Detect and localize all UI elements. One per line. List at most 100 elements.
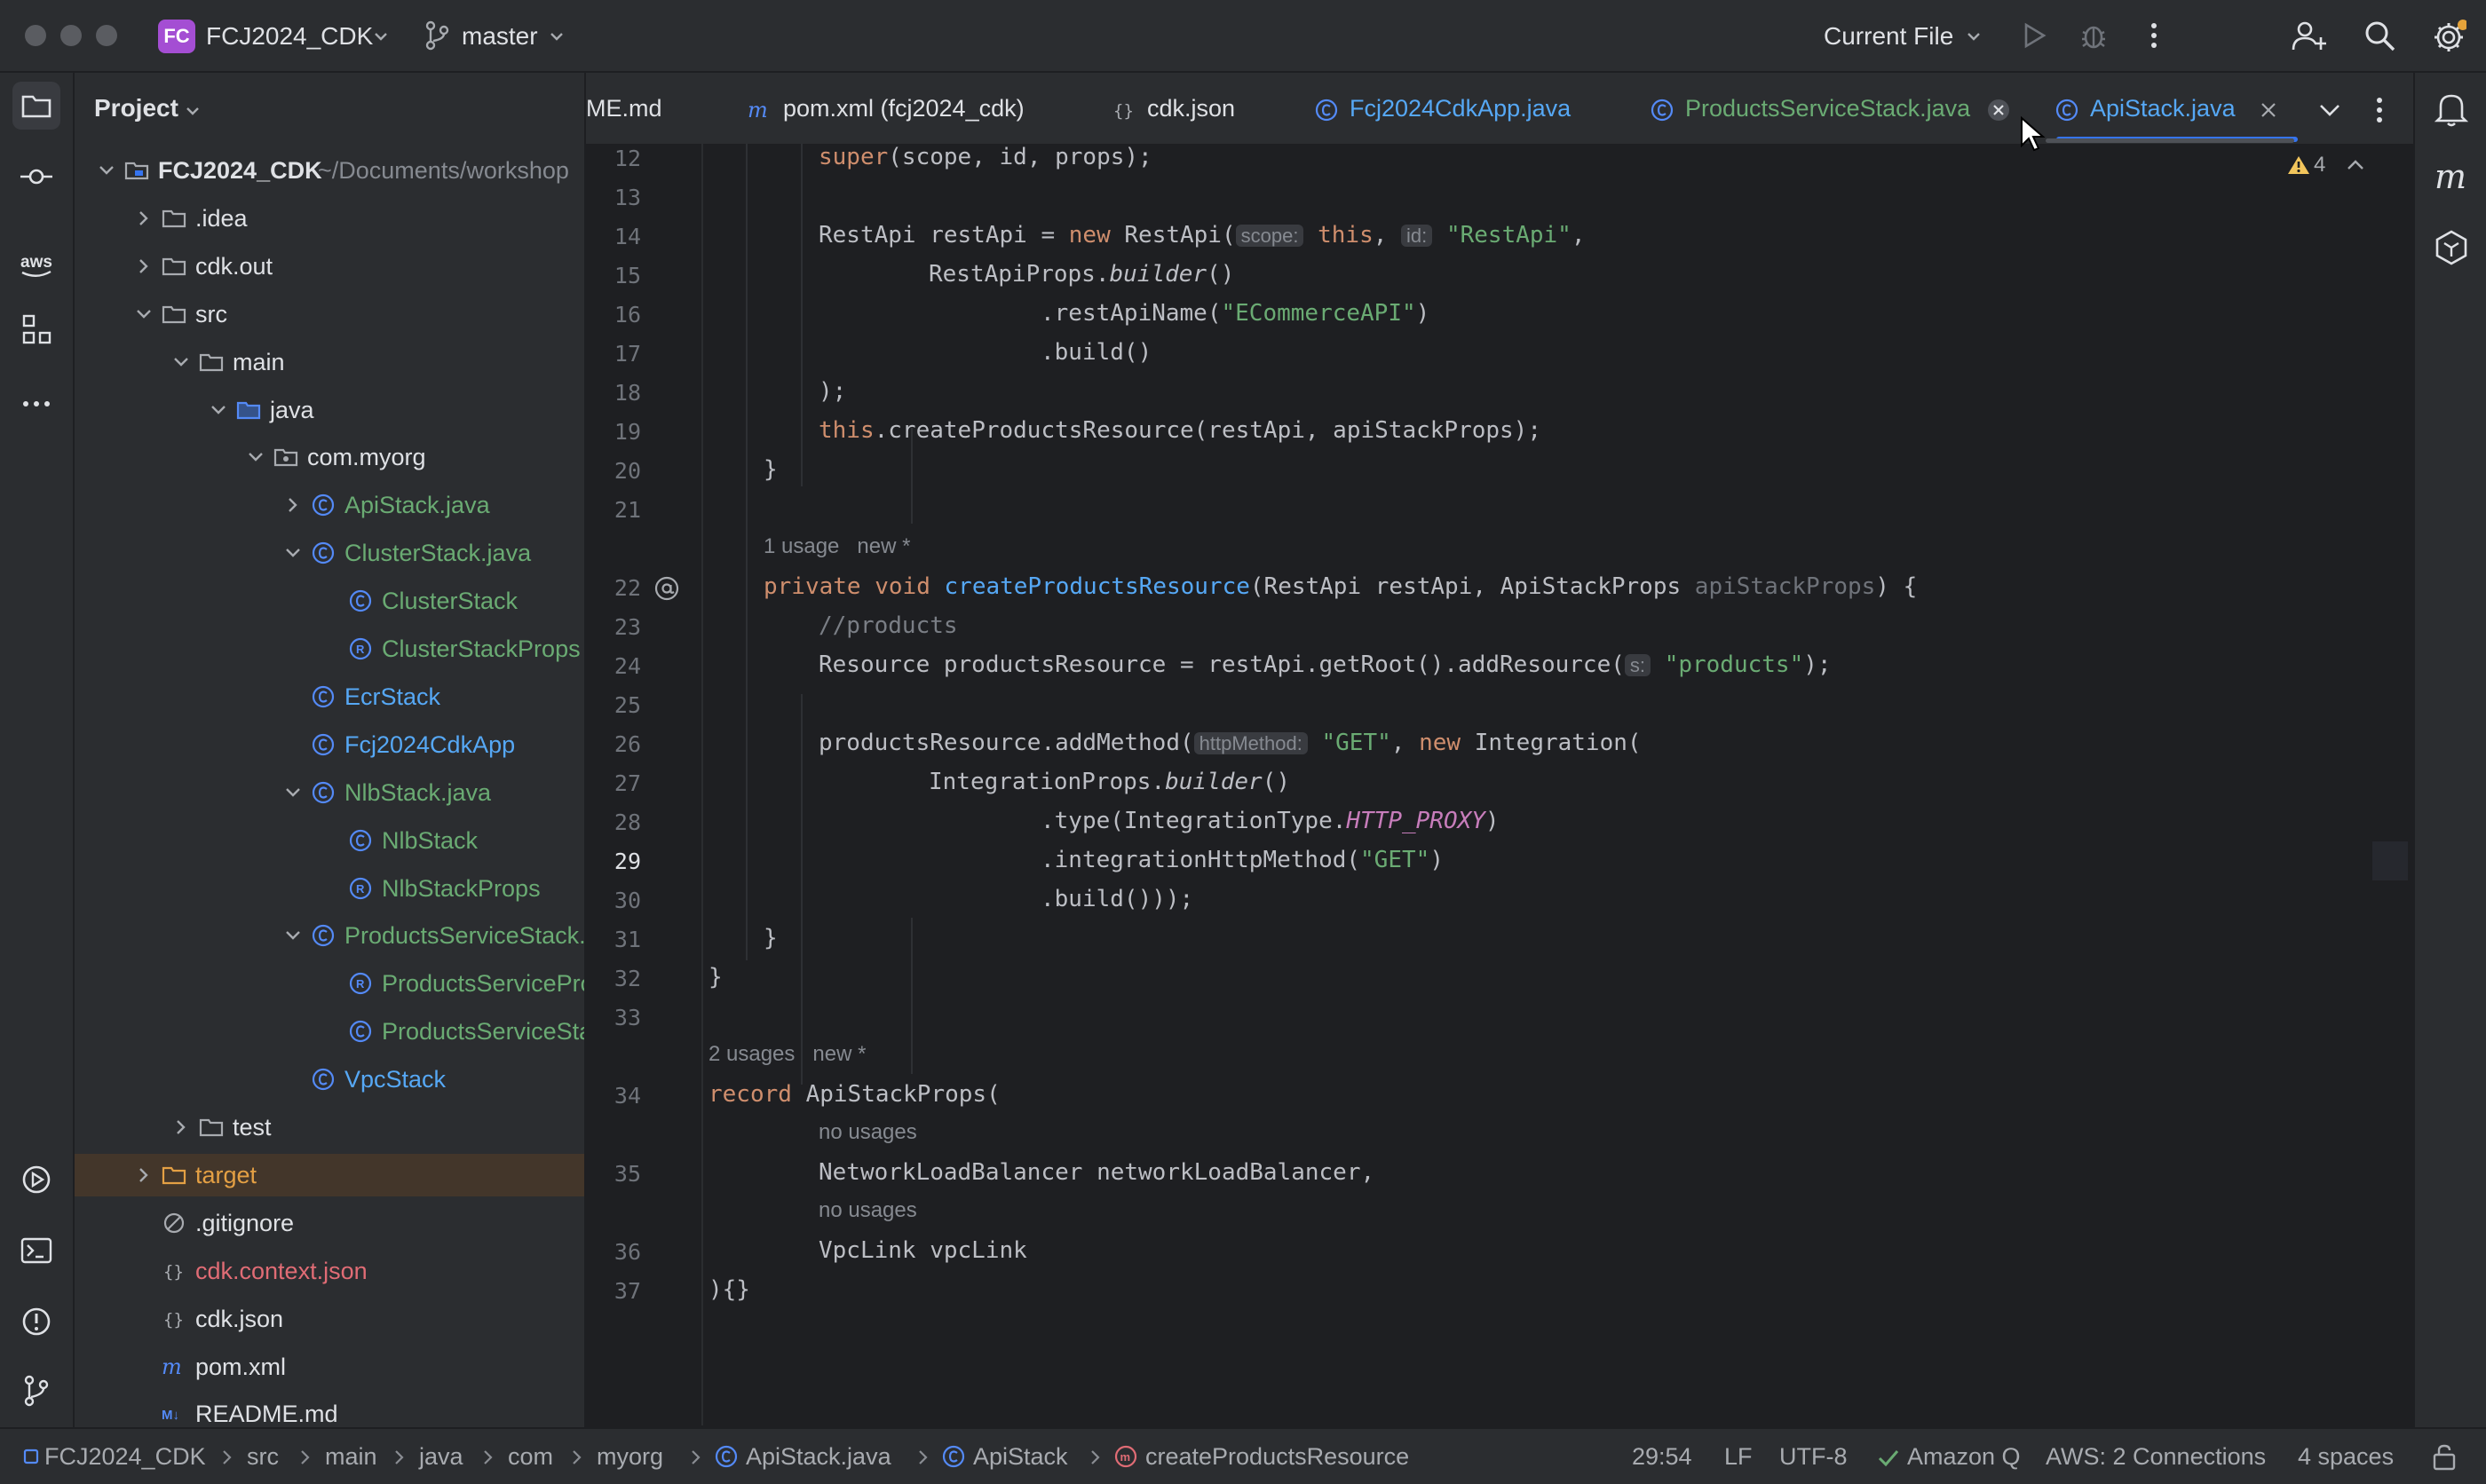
indent-setting[interactable]: 4 spaces [2298,1441,2394,1472]
line-number[interactable]: 18 [586,380,641,406]
tab-list-chevron-icon[interactable] [2316,96,2344,124]
services-tool-button[interactable] [12,1156,60,1204]
tree-item[interactable]: java [75,389,584,431]
line-number[interactable]: 14 [586,224,641,249]
aws-cdk-icon[interactable] [2433,229,2470,266]
chevron-right-icon[interactable] [135,209,153,227]
tree-item[interactable]: R ProductsServiceProps [75,962,584,1005]
tree-item[interactable]: .idea [75,197,584,240]
search-icon[interactable] [2362,18,2397,53]
chevron-down-icon[interactable] [172,353,190,371]
tree-item[interactable]: {} cdk.context.json [75,1250,584,1292]
line-number[interactable]: 19 [586,419,641,445]
project-tool-button[interactable] [12,82,60,130]
line-number[interactable]: 35 [586,1161,641,1187]
line-number[interactable]: 31 [586,927,641,952]
aws-connections[interactable]: AWS: 2 Connections [2046,1441,2266,1472]
code-with-me-icon[interactable] [2291,18,2326,53]
chevron-right-icon[interactable] [284,496,302,514]
file-encoding[interactable]: UTF-8 [1779,1441,1848,1472]
project-panel-title[interactable]: Project [94,91,178,126]
breadcrumb-item[interactable]: myorg [597,1441,663,1472]
chevron-down-icon[interactable] [98,162,115,179]
run-icon[interactable] [2015,18,2051,53]
caret-position[interactable]: 29:54 [1632,1441,1692,1472]
line-number[interactable]: 12 [586,146,641,171]
tree-item[interactable]: Fcj2024CdkApp [75,723,584,766]
commit-tool-button[interactable] [12,153,60,201]
line-number[interactable]: 15 [586,263,641,288]
line-number[interactable]: 30 [586,888,641,913]
line-number[interactable]: 17 [586,341,641,367]
tree-item[interactable]: VpcStack [75,1058,584,1101]
editor-tab[interactable]: ApiStack.java [2055,91,2278,126]
chevron-down-icon[interactable] [210,401,227,419]
breadcrumb-item[interactable]: createProductsResource [1145,1441,1409,1472]
line-number[interactable]: 27 [586,770,641,796]
code-editor[interactable]: super(scope, id, props); RestApi restApi… [703,144,2372,1425]
tree-item[interactable]: FCJ2024_CDK ~/Documents/workshop [75,149,584,192]
tree-item[interactable]: main [75,341,584,383]
editor-tab[interactable]: Fcj2024CdkApp.java [1314,91,1571,126]
chevron-down-icon[interactable] [284,544,302,562]
implements-at-icon[interactable] [653,575,680,602]
tree-item[interactable]: ProductsServiceStack.java [75,914,584,957]
line-number[interactable]: 37 [586,1278,641,1304]
breadcrumb-item[interactable]: ApiStack.java [746,1441,891,1472]
warning-count[interactable]: 4 [2314,153,2325,178]
project-switcher[interactable]: FCJ2024_CDK [206,20,373,53]
breadcrumb-item[interactable]: com [508,1441,553,1472]
breadcrumb-item[interactable]: java [419,1441,463,1472]
line-number[interactable]: 20 [586,458,641,484]
tab-more-icon[interactable] [2365,92,2394,128]
minimize-window-button[interactable] [60,25,82,46]
close-window-button[interactable] [25,25,46,46]
usages-hint[interactable]: 1 usage new * [764,534,910,559]
more-actions-icon[interactable] [2136,18,2172,53]
tree-item[interactable]: cdk.out [75,245,584,288]
tree-item[interactable]: R NlbStackProps [75,867,584,910]
terminal-tool-button[interactable] [12,1227,60,1275]
tree-item[interactable]: target [75,1153,584,1196]
more-tool-windows-button[interactable] [12,387,60,435]
line-number[interactable]: 32 [586,966,641,991]
close-tab-icon[interactable] [1986,98,2011,122]
tree-item[interactable]: ProductsServiceStack [75,1010,584,1053]
breadcrumb-item[interactable]: ApiStack [973,1441,1068,1472]
tree-item[interactable]: .gitignore [75,1202,584,1244]
line-number[interactable]: 22 [586,575,641,601]
tree-item[interactable]: M↓ README.md [75,1393,584,1427]
chevron-right-icon[interactable] [135,257,153,275]
line-number[interactable]: 29 [586,849,641,874]
line-separator[interactable]: LF [1724,1441,1753,1472]
chevron-right-icon[interactable] [172,1118,190,1136]
chevron-down-icon[interactable] [247,448,265,466]
line-number[interactable]: 24 [586,653,641,679]
problems-tool-button[interactable] [12,1298,60,1346]
line-number[interactable]: 36 [586,1239,641,1265]
tree-item[interactable]: {} cdk.json [75,1298,584,1340]
tree-item[interactable]: NlbStack [75,819,584,862]
line-number[interactable]: 13 [586,185,641,210]
tree-item[interactable]: ClusterStack.java [75,532,584,574]
breadcrumb-item[interactable]: FCJ2024_CDK [44,1441,206,1472]
editor-tab[interactable]: ME.md [586,91,662,126]
chevron-down-icon[interactable] [135,305,153,323]
line-number[interactable]: 33 [586,1005,641,1030]
tree-item[interactable]: ClusterStack [75,580,584,622]
aws-toolkit-button[interactable]: aws [12,241,60,289]
editor-tab[interactable]: {} cdk.json [1112,91,1235,126]
settings-gear-icon[interactable] [2431,18,2466,53]
git-tool-button[interactable] [12,1367,60,1415]
structure-tool-button[interactable] [12,305,60,353]
line-number[interactable]: 21 [586,497,641,523]
run-config-selector[interactable]: Current File [1824,20,1953,53]
branch-switcher[interactable]: master [462,20,538,53]
tree-item[interactable]: test [75,1106,584,1149]
breadcrumb-item[interactable]: main [325,1441,377,1472]
warning-icon[interactable] [2287,154,2310,176]
line-number[interactable]: 25 [586,692,641,718]
tree-item[interactable]: R ClusterStackProps [75,628,584,670]
line-number[interactable]: 28 [586,809,641,835]
chevron-right-icon[interactable] [135,1166,153,1184]
